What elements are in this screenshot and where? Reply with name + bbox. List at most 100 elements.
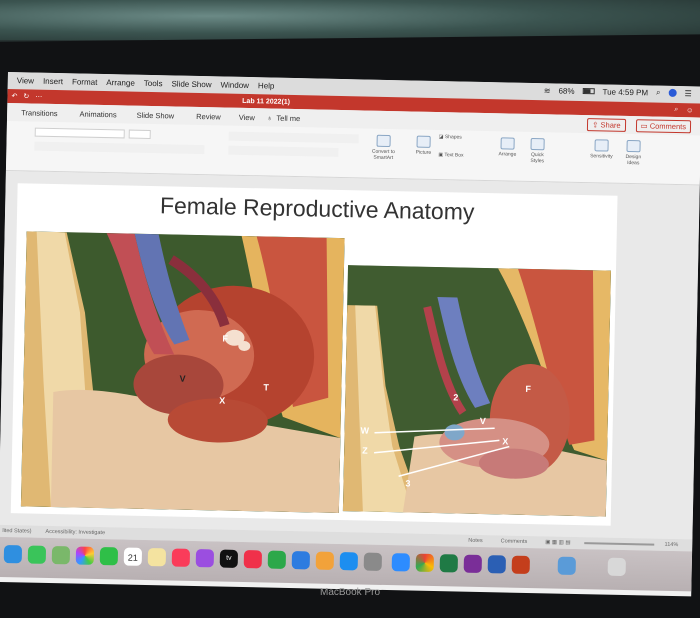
chrome-icon[interactable] — [415, 553, 434, 573]
menu-insert[interactable]: Insert — [43, 77, 63, 86]
tell-me-field[interactable]: Tell me — [276, 113, 300, 122]
maps-icon[interactable] — [51, 546, 71, 565]
apple-tv-icon[interactable]: tv — [219, 549, 239, 568]
tab-review[interactable]: Review — [196, 111, 221, 121]
sensitivity-button[interactable]: Sensitivity — [586, 139, 616, 160]
podcasts-icon[interactable] — [195, 549, 215, 568]
menu-tools[interactable]: Tools — [144, 79, 163, 88]
menubar-status: ≋ 68% Tue 4:59 PM ⌕ ☰ — [544, 85, 692, 98]
accessibility-status[interactable]: Accessibility: Investigate — [45, 529, 105, 536]
font-size-field[interactable] — [128, 129, 151, 140]
anatomy-image-left[interactable]: F V X T — [20, 231, 345, 514]
arrange-button[interactable]: Arrange — [494, 137, 520, 158]
app-store-icon[interactable] — [339, 552, 359, 571]
quick-styles-button[interactable]: Quick Styles — [524, 137, 551, 165]
lightbulb-icon: ♁ — [266, 112, 273, 123]
wifi-icon[interactable]: ≋ — [544, 86, 551, 95]
share-label: Share — [600, 119, 621, 130]
menu-view[interactable]: View — [17, 76, 34, 85]
laptop-brand: MacBook Pro — [319, 587, 381, 598]
siri-icon[interactable] — [668, 88, 677, 98]
slide-canvas: Female Reproductive Anatomy F V X T 2 F … — [0, 170, 700, 540]
photos-icon[interactable] — [75, 546, 95, 565]
more-icon[interactable]: ⋯ — [35, 93, 42, 101]
tab-view[interactable]: View — [239, 112, 255, 121]
document-title: Lab 11 2022(1) — [242, 97, 291, 106]
label-2-right: 2 — [453, 392, 459, 403]
background-blur — [0, 0, 700, 40]
tab-animations[interactable]: Animations — [79, 109, 116, 119]
picture-button[interactable]: Picture — [412, 135, 434, 156]
convert-smartart-button[interactable]: Convert to SmartArt — [368, 134, 399, 162]
menu-slide-show[interactable]: Slide Show — [171, 79, 211, 89]
trash-icon[interactable] — [607, 557, 626, 577]
system-preferences-icon[interactable] — [363, 552, 383, 571]
notes-button[interactable]: Notes — [468, 538, 482, 544]
zoom-slider[interactable] — [584, 542, 655, 546]
slide[interactable]: Female Reproductive Anatomy F V X T 2 F … — [10, 183, 618, 526]
numbers-icon[interactable] — [267, 550, 287, 569]
format-buttons[interactable] — [34, 141, 205, 155]
label-z-right: Z — [362, 445, 368, 456]
undo-icon[interactable]: ↶ — [11, 92, 17, 100]
label-v-right: V — [479, 415, 486, 427]
view-buttons[interactable]: ▣ ▦ ▥ ▤ — [545, 539, 570, 546]
word-icon[interactable] — [487, 555, 506, 574]
account-icon[interactable]: ☺ — [686, 107, 693, 114]
slide-title[interactable]: Female Reproductive Anatomy — [17, 189, 617, 229]
shapes-button[interactable]: ◪ Shapes — [439, 134, 479, 141]
zoom-app-icon[interactable] — [391, 553, 411, 572]
anatomy-illustration-left — [20, 231, 345, 514]
downloads-folder-icon[interactable] — [557, 556, 576, 575]
music-icon[interactable] — [171, 548, 191, 567]
label-t-left: T — [263, 382, 270, 393]
tab-transitions[interactable]: Transitions — [21, 108, 58, 118]
design-ideas-button[interactable]: Design Ideas — [620, 139, 647, 167]
comments-status-button[interactable]: Comments — [501, 538, 528, 545]
tab-slide-show[interactable]: Slide Show — [137, 110, 175, 120]
pages-icon[interactable] — [315, 551, 335, 570]
battery-percent: 68% — [558, 86, 575, 96]
keynote-icon[interactable] — [291, 551, 311, 570]
menu-help[interactable]: Help — [258, 81, 275, 90]
arrange-icon — [500, 137, 515, 150]
anatomy-image-right[interactable]: 2 F V W X Z 3 — [342, 265, 611, 517]
quick-styles-icon — [530, 137, 545, 151]
powerpoint-icon[interactable] — [511, 555, 530, 575]
comments-label: Comments — [649, 120, 687, 131]
search-icon[interactable]: ⌕ — [656, 88, 661, 98]
laptop-screen: View Insert Format Arrange Tools Slide S… — [0, 72, 700, 597]
search-icon[interactable]: ⌕ — [674, 106, 678, 114]
notes-app-icon[interactable] — [147, 548, 167, 567]
facetime-icon[interactable] — [99, 547, 119, 566]
picture-label: Picture — [415, 149, 432, 156]
news-icon[interactable] — [243, 550, 263, 569]
menu-arrange[interactable]: Arrange — [106, 78, 135, 88]
label-w-right: W — [360, 425, 370, 436]
excel-icon[interactable] — [439, 554, 458, 573]
onenote-icon[interactable] — [463, 554, 482, 574]
finder-icon[interactable] — [3, 545, 23, 564]
control-center-icon[interactable]: ☰ — [684, 89, 691, 98]
text-box-button[interactable]: ▣ Text Box — [438, 152, 478, 159]
label-f-left: F — [222, 333, 229, 344]
share-button[interactable]: ⇪ Share — [587, 117, 626, 132]
battery-icon[interactable] — [582, 88, 595, 95]
photo-frame: View Insert Format Arrange Tools Slide S… — [0, 0, 700, 618]
messages-icon[interactable] — [27, 545, 47, 564]
menu-format[interactable]: Format — [72, 77, 98, 87]
smartart-icon — [376, 134, 391, 148]
clock[interactable]: Tue 4:59 PM — [602, 87, 648, 97]
menu-window[interactable]: Window — [220, 80, 249, 90]
language-status[interactable]: lited States) — [2, 528, 31, 535]
paragraph-buttons[interactable] — [228, 131, 359, 144]
comments-button[interactable]: ▭ Comments — [635, 118, 692, 133]
redo-icon[interactable]: ↻ — [23, 92, 29, 100]
calendar-day: 21 — [127, 552, 138, 563]
anatomy-illustration-right — [342, 265, 611, 517]
shapes-label: Shapes — [444, 134, 462, 141]
alignment-buttons[interactable] — [228, 145, 339, 157]
zoom-level[interactable]: 114% — [665, 542, 679, 548]
calendar-icon[interactable]: 21 — [123, 547, 143, 566]
font-name-field[interactable] — [34, 127, 125, 139]
